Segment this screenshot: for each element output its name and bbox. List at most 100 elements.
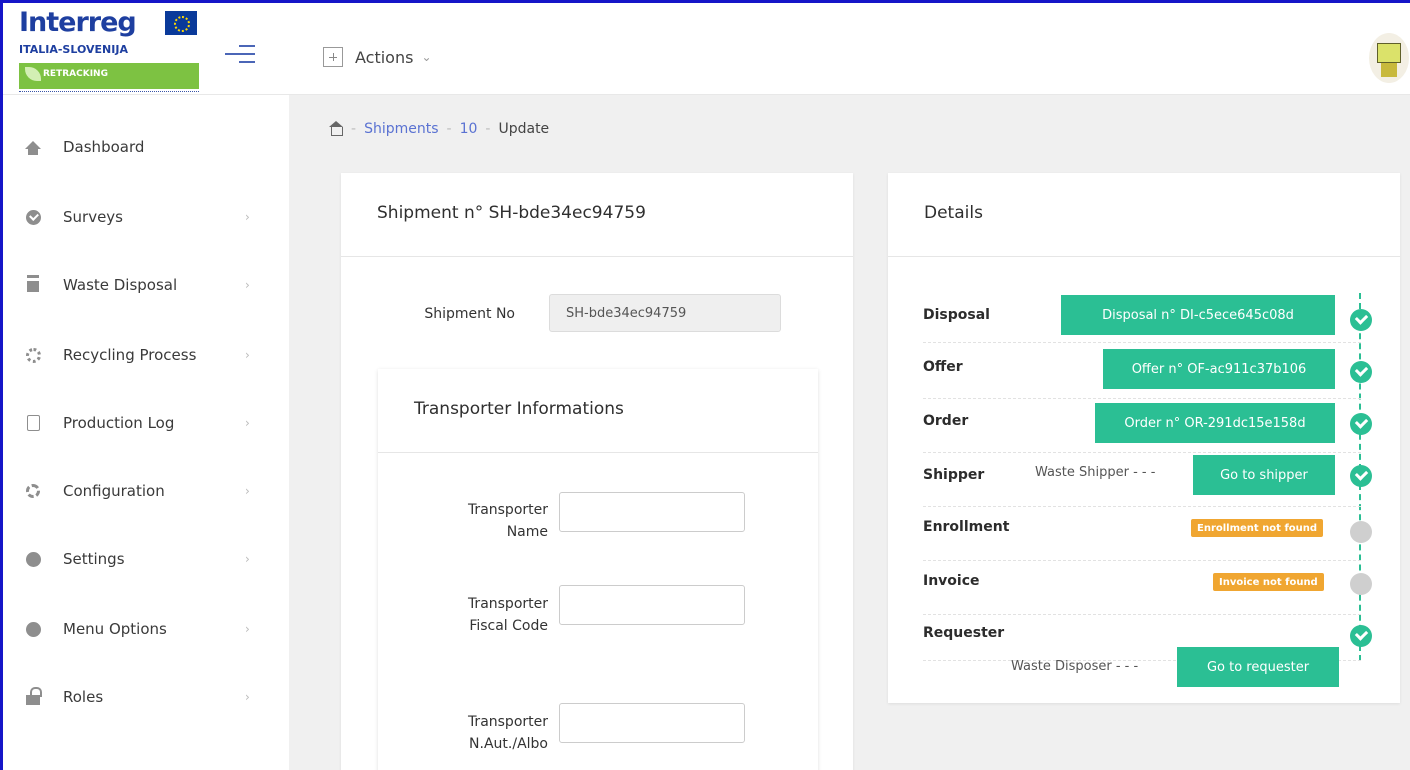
breadcrumb-shipments[interactable]: Shipments — [364, 121, 438, 137]
sidebar-item-label: Surveys — [63, 208, 123, 226]
detail-label: Enrollment — [923, 519, 1010, 535]
sidebar-item-label: Configuration — [63, 482, 165, 500]
sidebar-item-configuration[interactable]: Configuration › — [3, 463, 289, 519]
details-title: Details — [924, 203, 983, 223]
chevron-right-icon: › — [245, 622, 250, 636]
sidebar-item-label: Recycling Process — [63, 346, 197, 364]
sidebar-item-settings[interactable]: Settings › — [3, 531, 289, 587]
shipment-no-field[interactable] — [549, 294, 781, 332]
sidebar-item-production-log[interactable]: Production Log › — [3, 395, 289, 451]
transporter-aut-albo-field[interactable] — [559, 703, 745, 743]
logo-project-bar: RETRACKING — [19, 63, 199, 89]
requester-note: Waste Disposer - - - — [1011, 659, 1139, 674]
detail-row-order: Order Order n° OR-291dc15e158d — [923, 399, 1361, 453]
sidebar-item-label: Production Log — [63, 414, 175, 432]
sidebar-item-dashboard[interactable]: Dashboard — [3, 119, 289, 175]
disposal-link-button[interactable]: Disposal n° DI-c5ece645c08d — [1061, 295, 1335, 335]
actions-dropdown[interactable]: Actions ⌄ — [323, 43, 432, 71]
sidebar-item-label: Menu Options — [63, 620, 167, 638]
leaf-icon — [25, 67, 41, 81]
transporter-aut-albo-label: Transporter N.Aut./Albo — [467, 714, 548, 752]
breadcrumb-shipment-id[interactable]: 10 — [460, 121, 478, 137]
invoice-status-badge: Invoice not found — [1213, 573, 1324, 591]
shipper-note: Waste Shipper - - - — [1035, 465, 1156, 480]
detail-row-disposal: Disposal Disposal n° DI-c5ece645c08d — [923, 291, 1361, 343]
clipboard-chart-icon — [25, 415, 41, 431]
trash-icon — [25, 277, 41, 293]
detail-row-offer: Offer Offer n° OF-ac911c37b106 — [923, 345, 1361, 399]
logo[interactable]: Interreg ITALIA-SLOVENIJA RETRACKING — [19, 7, 205, 93]
shipment-title: Shipment n° SH-bde34ec94759 — [377, 203, 646, 223]
check-circle-icon — [1350, 413, 1372, 435]
menu-toggle-icon[interactable] — [225, 45, 255, 65]
go-to-shipper-button[interactable]: Go to shipper — [1193, 455, 1335, 495]
transporter-fiscal-code-label: Transporter Fiscal Code — [467, 596, 548, 634]
pending-dot-icon — [1350, 521, 1372, 543]
detail-row-shipper: Shipper Waste Shipper - - - Go to shippe… — [923, 453, 1361, 507]
shipment-card-header: Shipment n° SH-bde34ec94759 — [341, 173, 853, 257]
detail-row-enrollment: Enrollment Enrollment not found — [923, 507, 1361, 561]
transporter-card: Transporter Informations Transporter Nam… — [378, 369, 818, 770]
transporter-name-label: Transporter Name — [467, 502, 548, 540]
chevron-right-icon: › — [245, 348, 250, 362]
detail-row-requester: Requester Waste Disposer - - - Go to req… — [923, 615, 1361, 687]
home-icon — [25, 139, 41, 155]
chevron-right-icon: › — [245, 416, 250, 430]
details-card: Details Disposal Disposal n° DI-c5ece645… — [888, 173, 1400, 703]
breadcrumb-separator: - — [351, 121, 357, 137]
sidebar-item-surveys[interactable]: Surveys › — [3, 189, 289, 245]
unlock-icon — [25, 687, 42, 705]
sidebar-item-menu-options[interactable]: Menu Options › — [3, 601, 289, 657]
sidebar-item-label: Roles — [63, 688, 104, 706]
logo-project-name: RETRACKING — [43, 69, 108, 79]
shipment-card: Shipment n° SH-bde34ec94759 Shipment No … — [341, 173, 853, 770]
gears-icon — [25, 483, 41, 499]
chevron-right-icon: › — [245, 210, 250, 224]
check-circle-icon — [1350, 309, 1372, 331]
pending-dot-icon — [1350, 573, 1372, 595]
actions-label: Actions — [355, 47, 414, 67]
transporter-card-header: Transporter Informations — [378, 369, 818, 453]
check-circle-icon — [25, 209, 41, 225]
top-bar: Interreg ITALIA-SLOVENIJA RETRACKING Act… — [3, 3, 1410, 95]
go-to-requester-button[interactable]: Go to requester — [1177, 647, 1339, 687]
sidebar-item-waste-disposal[interactable]: Waste Disposal › — [3, 257, 289, 313]
detail-row-invoice: Invoice Invoice not found — [923, 561, 1361, 615]
transporter-name-field[interactable] — [559, 492, 745, 532]
transporter-title: Transporter Informations — [414, 399, 624, 419]
home-icon[interactable] — [329, 121, 343, 136]
details-card-header: Details — [888, 173, 1400, 257]
recycle-icon — [25, 347, 41, 363]
detail-label: Invoice — [923, 573, 980, 589]
app-frame: Interreg ITALIA-SLOVENIJA RETRACKING Act… — [0, 0, 1410, 770]
sidebar-item-label: Dashboard — [63, 138, 145, 156]
detail-label: Requester — [923, 625, 1005, 641]
check-circle-icon — [1350, 361, 1372, 383]
logo-country: ITALIA-SLOVENIJA — [19, 43, 128, 56]
shipment-no-label: Shipment No — [424, 306, 515, 322]
order-link-button[interactable]: Order n° OR-291dc15e158d — [1095, 403, 1335, 443]
sidebar-item-label: Waste Disposal — [63, 276, 178, 294]
chevron-right-icon: › — [245, 552, 250, 566]
check-circle-icon — [1350, 625, 1372, 647]
sidebar: Dashboard Surveys › Waste Disposal › Rec… — [3, 95, 289, 770]
chevron-right-icon: › — [245, 690, 250, 704]
breadcrumb: - Shipments - 10 - Update — [329, 119, 549, 139]
check-circle-icon — [1350, 465, 1372, 487]
detail-label: Shipper — [923, 467, 985, 483]
sidebar-item-recycling-process[interactable]: Recycling Process › — [3, 327, 289, 383]
robot-avatar-icon — [1377, 43, 1401, 63]
chevron-right-icon: › — [245, 278, 250, 292]
eu-flag-icon — [165, 11, 197, 35]
offer-link-button[interactable]: Offer n° OF-ac911c37b106 — [1103, 349, 1335, 389]
circle-icon — [25, 551, 41, 567]
user-avatar[interactable] — [1369, 33, 1409, 83]
breadcrumb-separator: - — [485, 121, 491, 137]
chevron-down-icon: ⌄ — [421, 50, 432, 64]
sidebar-item-roles[interactable]: Roles › — [3, 669, 289, 725]
chevron-right-icon: › — [245, 484, 250, 498]
logo-title: Interreg — [19, 7, 137, 38]
detail-label: Order — [923, 413, 969, 429]
sidebar-item-label: Settings — [63, 550, 125, 568]
transporter-fiscal-code-field[interactable] — [559, 585, 745, 625]
